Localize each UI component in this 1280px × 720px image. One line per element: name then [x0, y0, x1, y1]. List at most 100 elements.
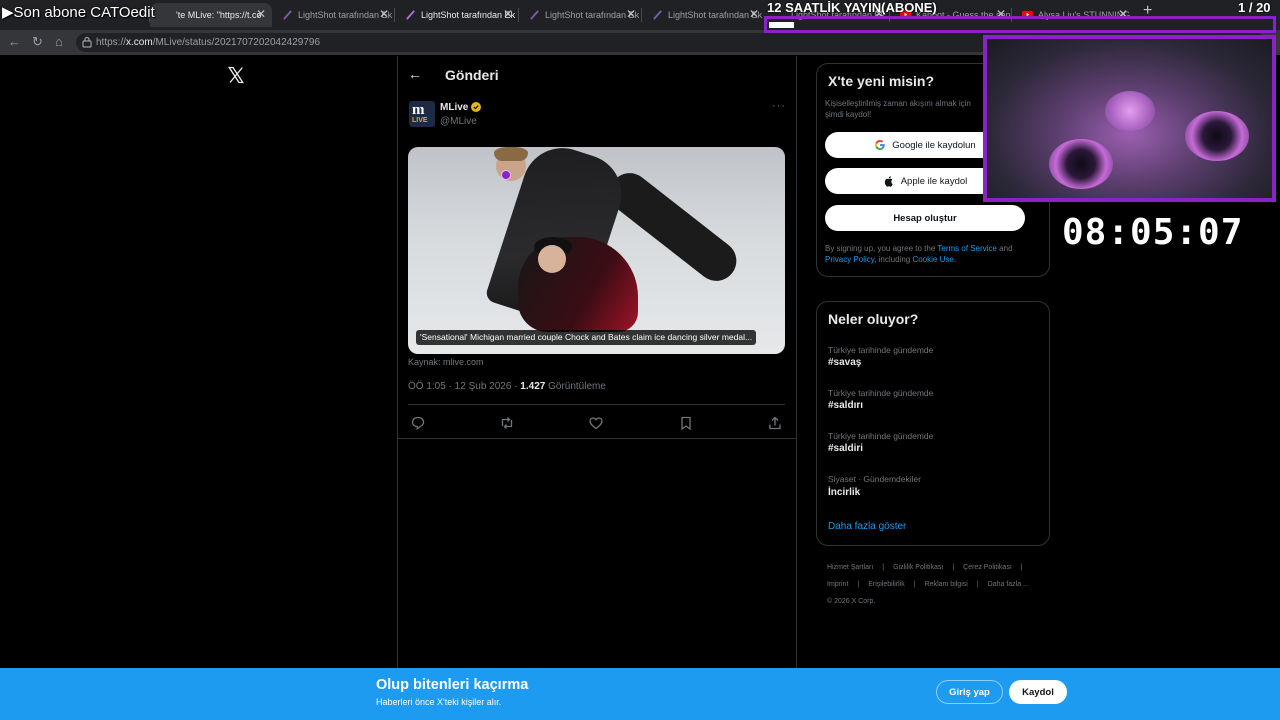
- login-button[interactable]: Giriş yap: [936, 680, 1003, 704]
- share-icon[interactable]: [767, 415, 783, 431]
- feather-icon: [530, 10, 539, 20]
- tab-close-icon[interactable]: ✕: [626, 7, 636, 21]
- post-meta: ÖÖ 1:05 · 12 Şub 2026 · 1.427 Görüntülem…: [408, 381, 606, 392]
- signup-button[interactable]: Kaydol: [1009, 680, 1067, 704]
- url-text: https://x.com/MLive/status/2021707202042…: [96, 37, 320, 48]
- legal-text: and: [996, 244, 1013, 253]
- signup-label: Kaydol: [1022, 686, 1054, 698]
- terms-link[interactable]: Terms of Service: [937, 244, 997, 253]
- url-path: /MLive/status/2021707202042429796: [152, 37, 321, 48]
- back-arrow-icon[interactable]: ←: [8, 34, 21, 49]
- cat-face: [1105, 91, 1155, 131]
- show-more-link[interactable]: Daha fazla göster: [828, 521, 906, 532]
- post-timestamp[interactable]: ÖÖ 1:05 · 12 Şub 2026 ·: [408, 381, 520, 392]
- signup-legal-text: By signing up, you agree to the Terms of…: [825, 243, 1040, 265]
- column-divider: [397, 56, 398, 668]
- footer-link[interactable]: Daha fazla ...: [988, 581, 1029, 588]
- create-account-button[interactable]: Hesap oluştur: [825, 205, 1025, 231]
- tab-lightshot-1[interactable]: LightShot tarafından Ek ✕: [272, 3, 395, 27]
- legal-text: .: [953, 255, 957, 264]
- banner-subtitle: Haberleri önce X'teki kişiler alır.: [376, 697, 502, 707]
- feather-icon: [406, 10, 415, 20]
- feather-icon: [653, 10, 662, 20]
- footer-separator: |: [1020, 564, 1023, 571]
- author-name[interactable]: MLive: [440, 102, 468, 113]
- footer-separator: |: [882, 564, 885, 571]
- google-signup-label: Google ile kaydolun: [892, 139, 976, 151]
- login-label: Giriş yap: [949, 686, 990, 698]
- create-account-label: Hesap oluştur: [893, 212, 957, 224]
- tab-active-mlive[interactable]: 'te MLive: "https://t.co ✕: [150, 3, 272, 27]
- screen: ✕ 'te MLive: "https://t.co ✕ LightShot t…: [0, 0, 1280, 720]
- google-icon: [875, 140, 886, 150]
- tab-lightshot-4[interactable]: LightShot tarafından Ek ✕: [642, 3, 765, 27]
- skater-figure: [538, 245, 566, 273]
- verified-badge-icon: [471, 102, 481, 112]
- trend-context: Siyaset · Gündemdekiler: [828, 474, 922, 484]
- like-heart-icon[interactable]: [588, 415, 604, 431]
- footer-link[interactable]: Reklam bilgisi: [925, 581, 968, 588]
- column-divider: [796, 56, 797, 668]
- url-host: x.com: [126, 37, 153, 48]
- footer-link[interactable]: Erişilebilirlik: [868, 581, 905, 588]
- tab-close-icon[interactable]: ✕: [503, 7, 513, 21]
- cookie-link[interactable]: Cookie Use: [912, 255, 953, 264]
- goal-progress-bar: [764, 16, 1276, 33]
- webcam-cat-overlay: [983, 35, 1276, 202]
- trend-item[interactable]: #saldırı: [828, 400, 863, 411]
- tab-close-icon[interactable]: ✕: [256, 7, 266, 21]
- apple-signup-label: Apple ile kaydol: [900, 175, 968, 187]
- more-options-icon[interactable]: ···: [772, 100, 786, 112]
- feather-icon: [283, 10, 292, 20]
- post-header: ← Gönderi: [398, 56, 796, 94]
- footer-link[interactable]: Çerez Politikası: [963, 564, 1012, 571]
- reply-icon[interactable]: [410, 415, 426, 431]
- signup-title: X'te yeni misin?: [828, 73, 935, 89]
- trend-item[interactable]: #saldiri: [828, 443, 863, 454]
- tab-close-icon[interactable]: ✕: [749, 7, 759, 21]
- trend-context: Türkiye tarihinde gündemde: [828, 388, 934, 398]
- footer-separator: |: [857, 581, 860, 588]
- tab-label: LightShot tarafından Ek: [421, 10, 516, 20]
- skater-figure: [494, 147, 528, 161]
- stream-goal-counter: 1 / 20: [1238, 0, 1271, 15]
- trends-card: [816, 301, 1050, 546]
- link-source[interactable]: Kaynak: mlive.com: [408, 357, 484, 367]
- stream-goal-title: 12 SAATLİK YAYIN(ABONE): [767, 0, 937, 15]
- tab-close-icon[interactable]: ✕: [379, 7, 389, 21]
- home-icon[interactable]: ⌂: [55, 34, 63, 49]
- footer-links: Hizmet Şartları | Gizlilik Politikası | Çere…: [827, 559, 1047, 610]
- tab-label: 'te MLive: "https://t.co: [176, 10, 262, 20]
- footer-separator: |: [976, 581, 979, 588]
- trend-item[interactable]: İncirlik: [828, 487, 860, 498]
- legal-text: By signing up, you agree to the: [825, 244, 938, 253]
- site-info-icon[interactable]: [82, 36, 92, 48]
- privacy-link[interactable]: Privacy Policy: [825, 255, 874, 264]
- reload-icon[interactable]: ↻: [32, 34, 43, 50]
- divider: [398, 438, 796, 439]
- page-title: Gönderi: [445, 67, 499, 83]
- footer-link[interactable]: Gizlilik Politikası: [893, 564, 943, 571]
- footer-link[interactable]: Hizmet Şartları: [827, 564, 873, 571]
- signup-subtitle: Kişiselleştirilmiş zaman akışını almak i…: [825, 99, 971, 119]
- divider: [408, 404, 785, 405]
- bookmark-icon[interactable]: [678, 415, 694, 431]
- trend-item[interactable]: #savaş: [828, 357, 861, 368]
- footer-link[interactable]: Imprint: [827, 581, 848, 588]
- post-media-image[interactable]: 'Sensational' Michigan married couple Ch…: [408, 147, 785, 354]
- back-arrow-icon[interactable]: ←: [408, 66, 422, 82]
- legal-text: , including: [874, 255, 913, 264]
- tab-lightshot-3[interactable]: LightShot tarafından Ek ✕: [519, 3, 642, 27]
- avatar[interactable]: m LIVE: [409, 101, 435, 127]
- repost-icon[interactable]: [499, 415, 515, 431]
- last-subscriber-overlay: ▶Son abone CATOedit: [2, 4, 155, 21]
- apple-icon: [884, 176, 893, 187]
- url-prefix: https://: [96, 37, 127, 48]
- cursor-highlight: [501, 170, 511, 180]
- author-handle[interactable]: @MLive: [440, 116, 477, 127]
- media-caption: 'Sensational' Michigan married couple Ch…: [416, 330, 757, 345]
- x-logo-icon[interactable]: [227, 66, 245, 84]
- footer-separator: |: [952, 564, 955, 571]
- tab-lightshot-2[interactable]: LightShot tarafından Ek ✕: [395, 3, 519, 27]
- login-banner: Olup bitenleri kaçırma Haberleri önce X'…: [0, 668, 1280, 720]
